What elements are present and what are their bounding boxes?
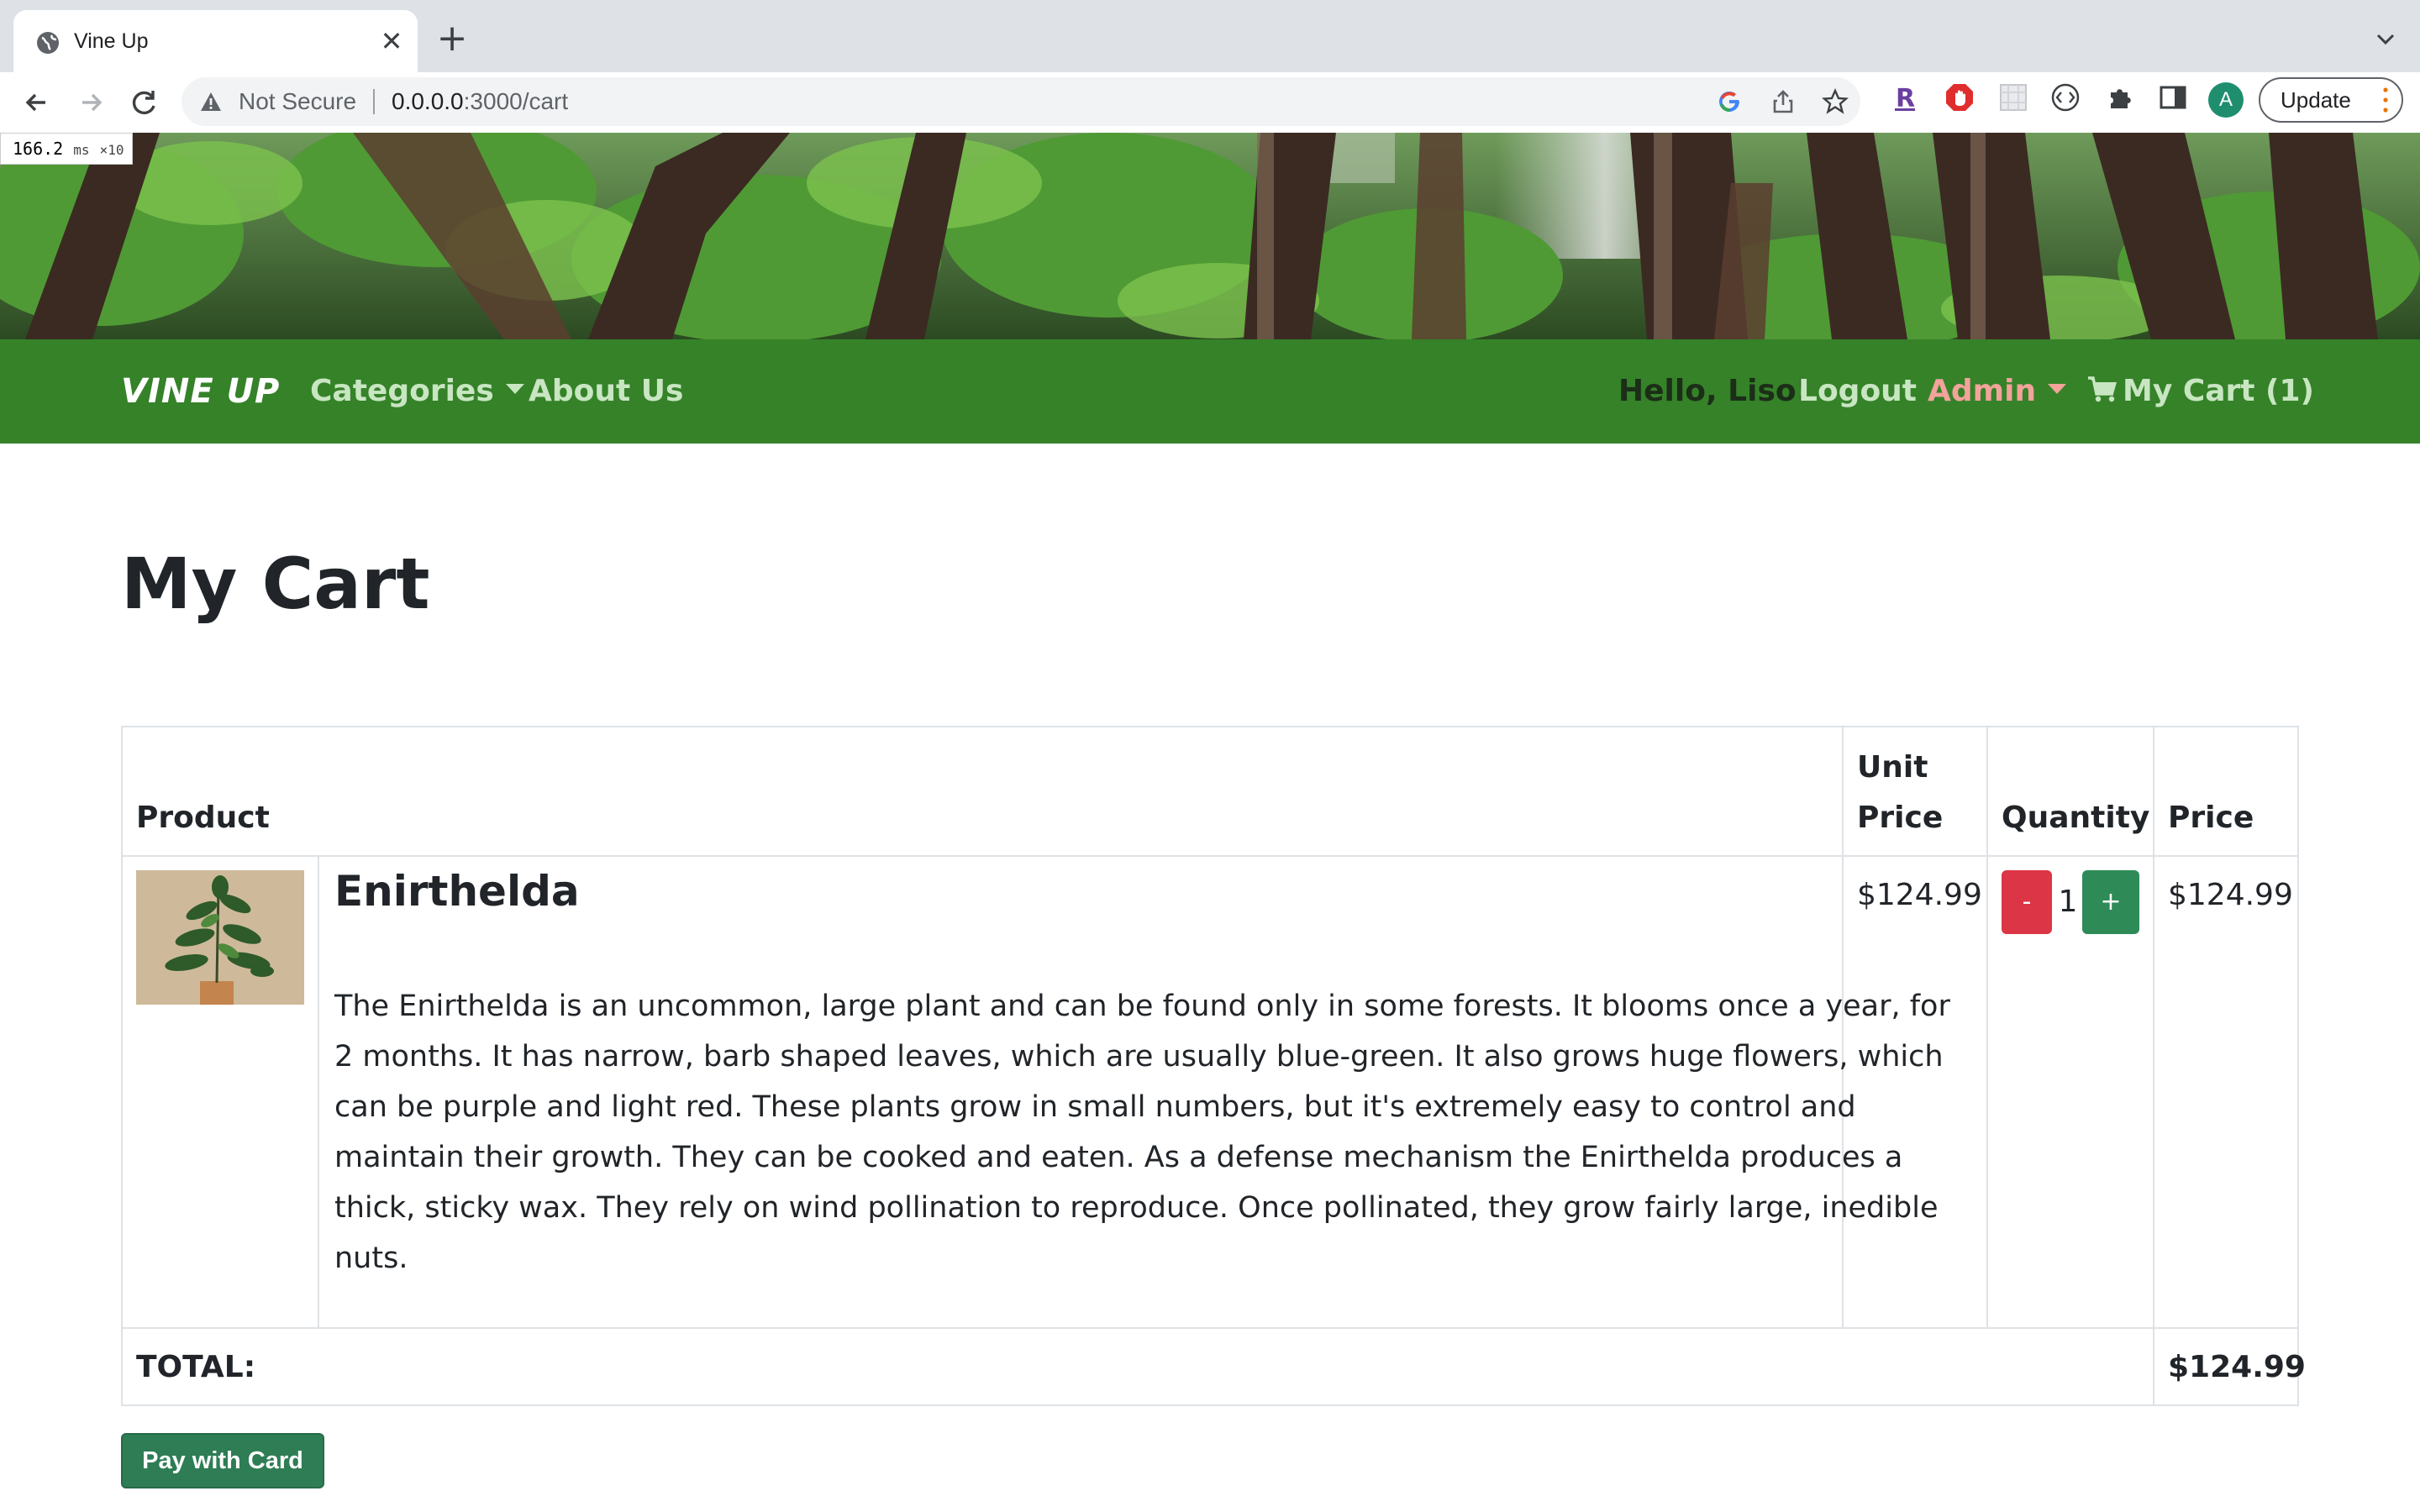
extension-r-icon[interactable]: R: [1891, 82, 1921, 113]
tab-title: Vine Up: [74, 29, 149, 53]
google-lens-icon[interactable]: [1716, 88, 1743, 115]
unit-price: $124.99: [1857, 878, 1982, 912]
render-time-multiplier: ×10: [99, 142, 124, 158]
col-divider-qty: [1986, 727, 1988, 1327]
url-text[interactable]: 0.0.0.0:3000/cart: [392, 77, 568, 126]
browser-tabstrip: Vine Up ✕ +: [0, 0, 2420, 72]
my-cart-label: My Cart (1): [2123, 374, 2314, 408]
security-label[interactable]: Not Secure: [239, 77, 356, 126]
warning-icon: [201, 92, 221, 111]
increase-quantity-button[interactable]: +: [2082, 870, 2139, 934]
globe-icon: [37, 32, 59, 54]
header-product: Product: [136, 801, 270, 835]
browser-tab-active[interactable]: Vine Up ✕: [13, 10, 418, 72]
page-title: My Cart: [121, 543, 430, 625]
categories-label: Categories: [310, 374, 494, 408]
omnibox-divider: [373, 89, 375, 114]
caret-down-icon: [505, 384, 524, 394]
chevron-down-icon[interactable]: [2373, 27, 2398, 52]
header-quantity: Quantity: [2002, 801, 2150, 835]
product-image[interactable]: [136, 870, 304, 1005]
row-price: $124.99: [2168, 878, 2293, 912]
col-divider-image: [318, 855, 319, 1327]
my-cart-link[interactable]: My Cart (1): [2087, 339, 2314, 444]
header-unit-price-line2: Price: [1857, 801, 1944, 835]
bookmark-star-icon[interactable]: [1822, 88, 1849, 115]
reload-icon[interactable]: [126, 84, 163, 121]
hero-forest-banner: [0, 133, 2420, 339]
address-bar[interactable]: Not Secure 0.0.0.0:3000/cart: [182, 77, 1860, 126]
code-extension-icon[interactable]: [2050, 82, 2081, 113]
url-path: :3000/cart: [463, 88, 569, 114]
header-divider: [123, 855, 2299, 857]
extension-grid-icon[interactable]: [1998, 82, 2028, 113]
admin-dropdown[interactable]: Admin: [1928, 339, 2067, 444]
forest-image: [0, 133, 2420, 339]
adblock-icon[interactable]: [1944, 82, 1975, 113]
about-us-link[interactable]: About Us: [529, 339, 683, 444]
product-name[interactable]: Enirthelda: [334, 862, 580, 921]
plant-image: [136, 870, 304, 1005]
new-tab-button[interactable]: +: [435, 20, 469, 57]
caret-down-icon: [2048, 384, 2067, 394]
header-price: Price: [2168, 801, 2254, 835]
render-time-badge: 166.2 ms ×10: [0, 133, 134, 165]
col-divider-price: [2153, 727, 2154, 1406]
puzzle-extensions-icon[interactable]: [2106, 82, 2136, 113]
logout-link[interactable]: Logout: [1798, 339, 1917, 444]
render-time-unit: ms: [73, 142, 90, 158]
greeting-text: Hello, Liso!: [1618, 374, 1811, 408]
browser-toolbar: Not Secure 0.0.0.0:3000/cart R: [0, 72, 2420, 133]
quantity-value: 1: [2058, 885, 2078, 919]
svg-text:R: R: [1896, 84, 1915, 113]
render-time-value: 166.2: [13, 139, 64, 159]
total-divider: [123, 1327, 2299, 1329]
side-panel-icon[interactable]: [2158, 82, 2188, 113]
brand-logo[interactable]: VINE UP: [121, 339, 280, 444]
share-icon[interactable]: [1770, 88, 1797, 115]
update-label: Update: [2281, 87, 2351, 113]
back-arrow-icon[interactable]: [18, 84, 55, 121]
cart-table: Product Unit Price Quantity Price Enirth…: [121, 726, 2306, 1406]
url-host: 0.0.0.0: [392, 88, 464, 114]
main-navbar: VINE UP Categories About Us Hello, Liso!…: [0, 339, 2420, 444]
product-description: The Enirthelda is an uncommon, large pla…: [334, 990, 1950, 1275]
admin-label: Admin: [1928, 374, 2037, 408]
shopping-cart-icon: [2088, 376, 2117, 402]
categories-dropdown[interactable]: Categories: [310, 339, 524, 444]
header-unit-price-line1: Unit: [1857, 750, 1928, 785]
forward-arrow-icon[interactable]: [72, 84, 109, 121]
update-button[interactable]: Update: [2259, 77, 2403, 123]
close-tab-icon[interactable]: ✕: [377, 27, 406, 55]
decrease-quantity-button[interactable]: -: [2002, 870, 2052, 934]
pay-with-card-button[interactable]: Pay with Card: [121, 1433, 324, 1488]
kebab-menu-icon: [2383, 87, 2388, 113]
profile-avatar[interactable]: A: [2208, 82, 2244, 118]
total-label: TOTAL:: [136, 1350, 256, 1384]
total-value: $124.99: [2168, 1350, 2306, 1384]
